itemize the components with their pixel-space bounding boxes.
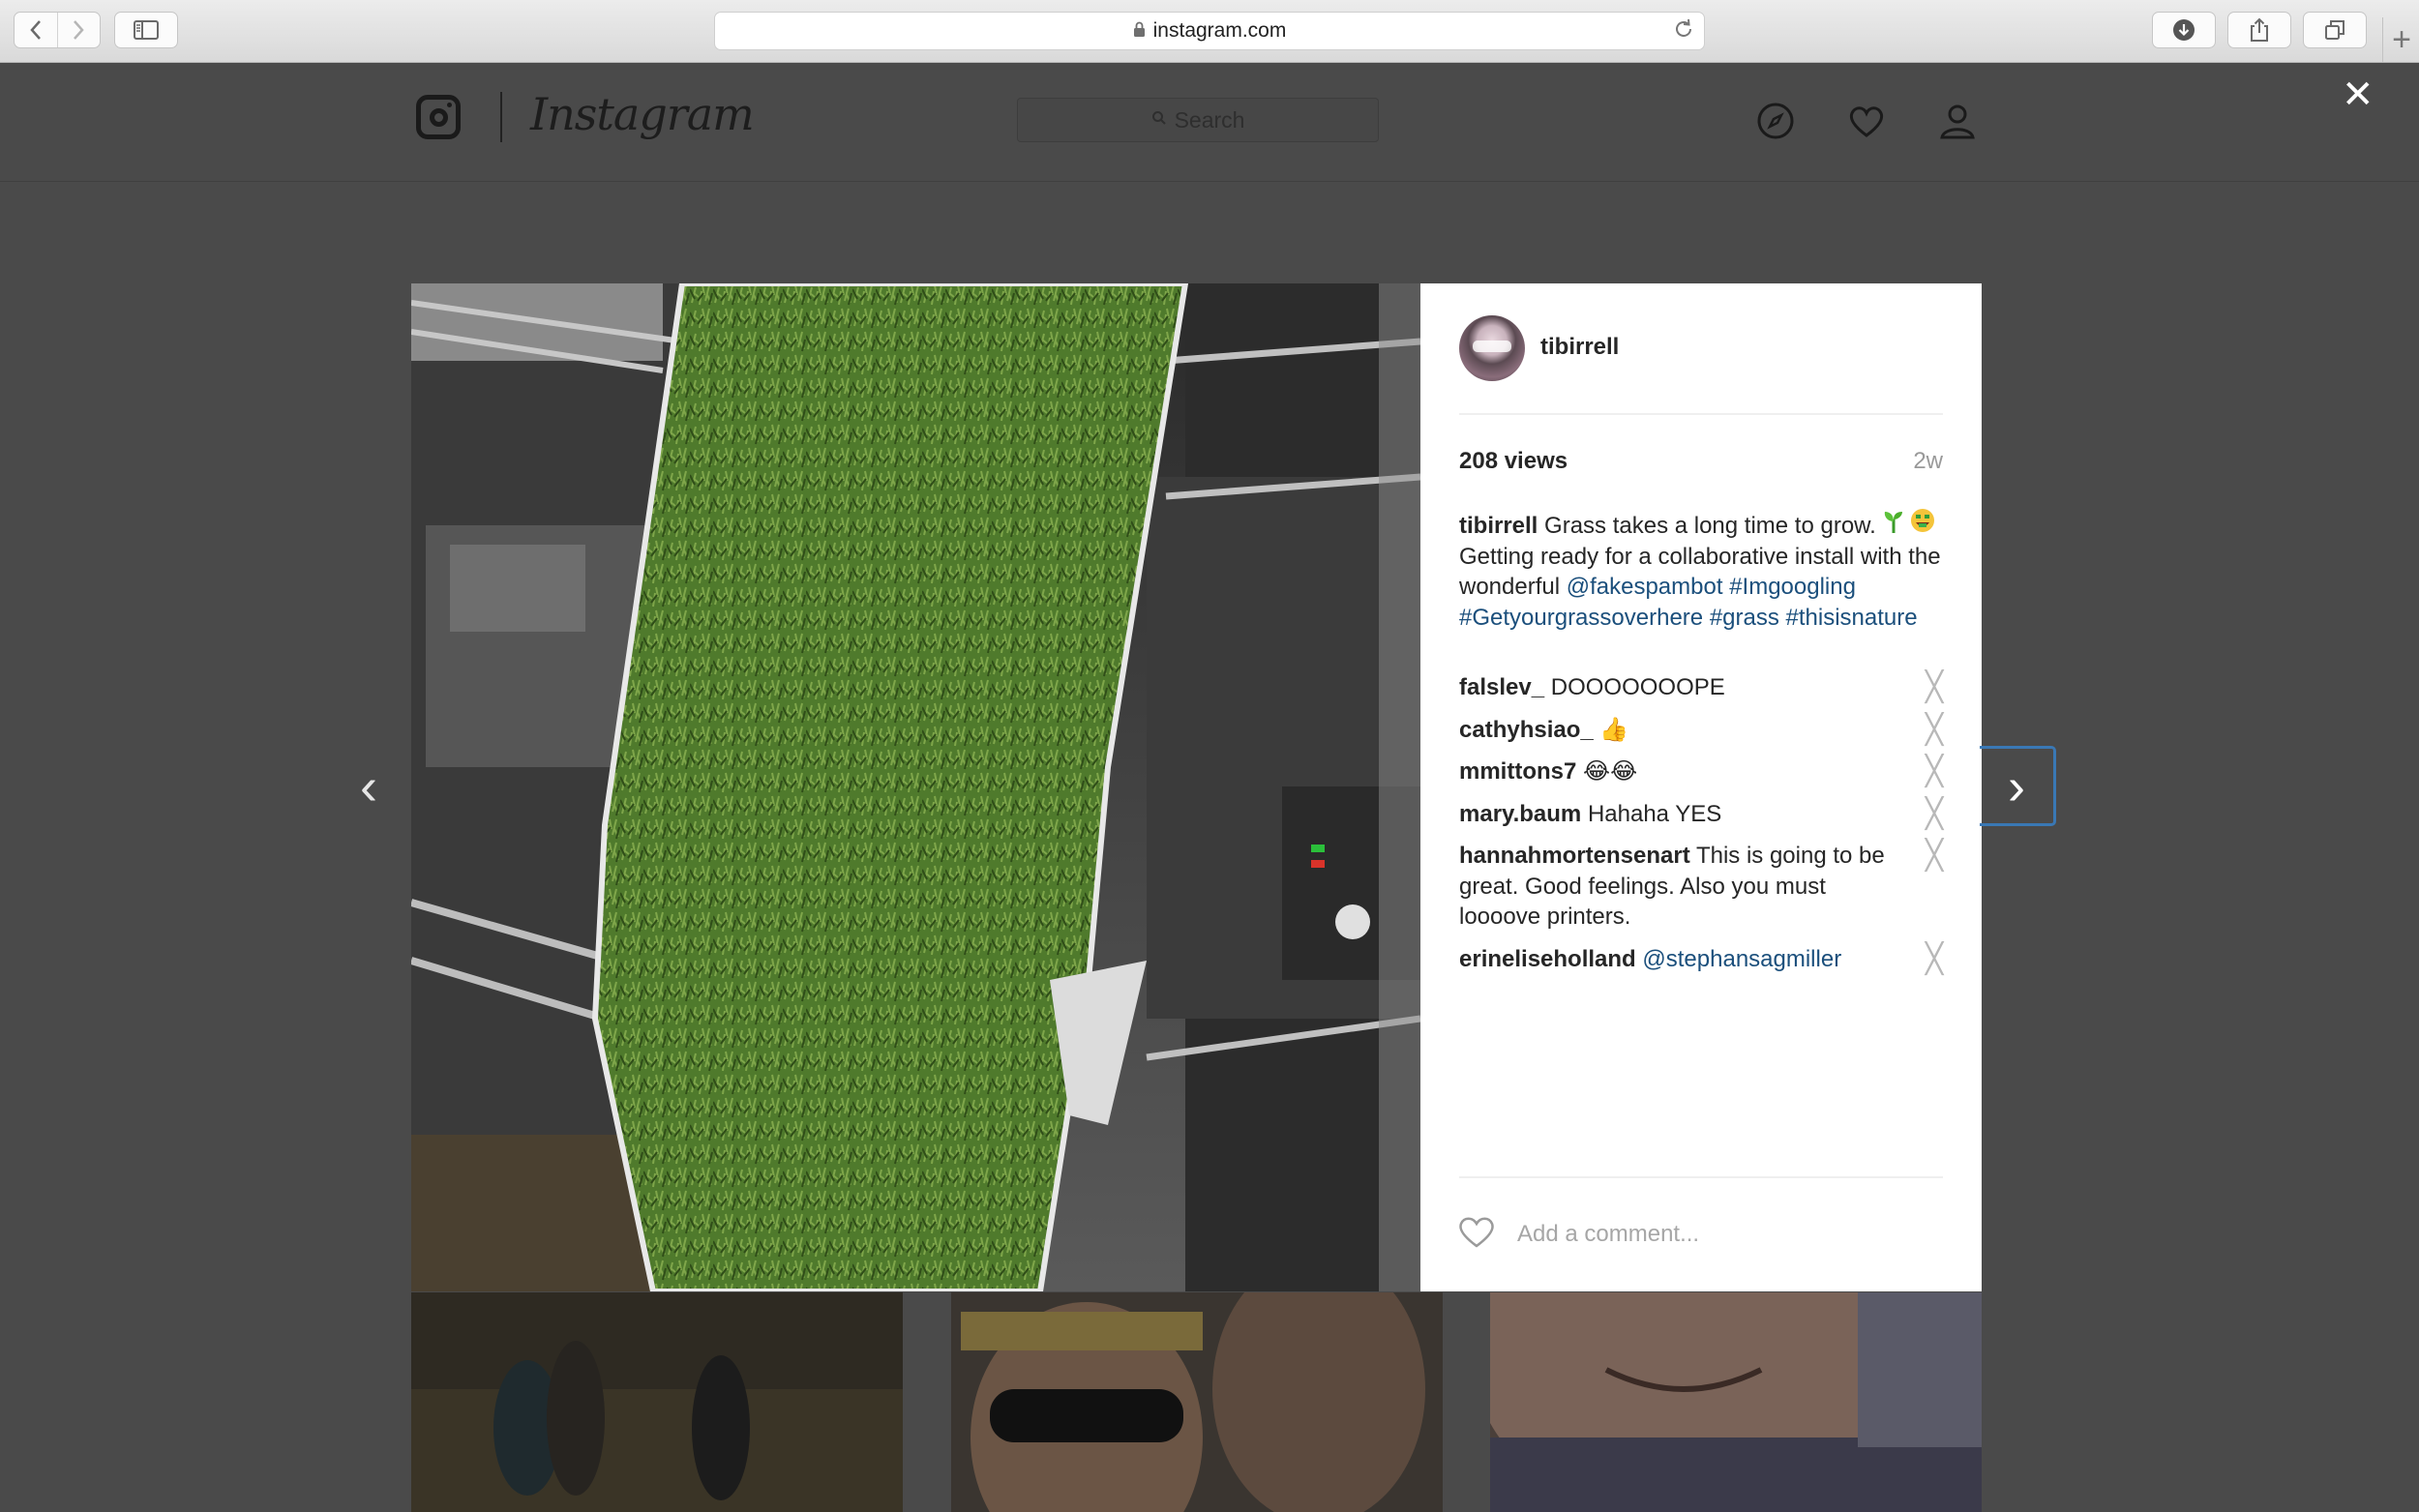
grass-printer-photo — [411, 283, 1420, 1291]
comment: mmittons7 😂😂 ╳ — [1459, 756, 1943, 787]
thumbnail-photo — [411, 1292, 903, 1512]
avatar[interactable] — [1459, 315, 1525, 381]
comment: falslev_ DOOOOOOOPE ╳ — [1459, 672, 1943, 703]
address-bar[interactable]: instagram.com — [714, 12, 1705, 50]
delete-comment-icon[interactable]: ╳ — [1926, 757, 1943, 786]
forward-button[interactable] — [56, 13, 101, 47]
downloads-button[interactable] — [2152, 12, 2216, 48]
next-post-button[interactable]: › — [1980, 746, 2056, 826]
comment-text: DOOOOOOOPE — [1550, 674, 1725, 700]
post-photo[interactable] — [411, 283, 1420, 1291]
sidebar-button[interactable] — [114, 12, 178, 48]
search-icon — [1151, 110, 1167, 131]
chevron-right-icon: › — [2008, 756, 2025, 815]
delete-comment-icon[interactable]: ╳ — [1926, 944, 1943, 973]
heart-icon[interactable] — [1847, 102, 1886, 140]
share-button[interactable] — [2227, 12, 2291, 48]
post-author[interactable]: tibirrell — [1540, 334, 1619, 361]
post-age[interactable]: 2w — [1913, 448, 1943, 475]
comment-text: Hahaha YES — [1587, 800, 1722, 827]
grid-thumbnail[interactable] — [1490, 1292, 1982, 1512]
new-tab-icon: + — [2392, 20, 2411, 58]
delete-comment-icon[interactable]: ╳ — [1926, 842, 1943, 871]
grid-thumbnail[interactable] — [951, 1292, 1443, 1512]
comment: erineliseholland @stephansagmiller ╳ — [1459, 944, 1943, 975]
delete-comment-icon[interactable]: ╳ — [1926, 715, 1943, 744]
comment: hannahmortensenart This is going to be g… — [1459, 841, 1943, 933]
back-icon — [30, 20, 41, 40]
hashtag-link[interactable]: #Imgoogling — [1729, 574, 1856, 600]
back-button[interactable] — [15, 13, 57, 47]
hashtag-link[interactable]: #Getyourgrassoverhere — [1459, 605, 1703, 631]
post-caption: tibirrell Grass takes a long time to gro… — [1459, 508, 1943, 633]
close-modal-button[interactable]: ✕ — [2342, 75, 2374, 114]
url-text: instagram.com — [1152, 19, 1287, 42]
comment-text: 😂😂 — [1583, 758, 1638, 785]
money-mouth-emoji-icon — [1910, 508, 1935, 542]
download-icon — [2173, 19, 2195, 41]
seedling-emoji-icon — [1883, 510, 1904, 542]
comment-author[interactable]: mmittons7 — [1459, 758, 1576, 785]
previous-post-button[interactable]: ‹ — [360, 760, 399, 813]
forward-icon — [74, 20, 84, 40]
comment: mary.baum Hahaha YES ╳ — [1459, 799, 1943, 830]
hashtag-link[interactable]: #grass — [1710, 605, 1779, 631]
compass-icon[interactable] — [1756, 102, 1795, 140]
search-input[interactable]: Search — [1017, 98, 1379, 142]
grid-thumbnail[interactable] — [411, 1292, 903, 1512]
thumbnail-photo — [951, 1292, 1443, 1512]
caption-mention-link[interactable]: @fakespambot — [1567, 574, 1723, 600]
history-buttons — [14, 12, 101, 48]
caption-author[interactable]: tibirrell — [1459, 513, 1538, 539]
comment: cathyhsiao_ 👍 ╳ — [1459, 715, 1943, 746]
show-tabs-button[interactable] — [2303, 12, 2367, 48]
view-count[interactable]: 208 views — [1459, 448, 1568, 475]
instagram-wordmark[interactable]: Instagram — [530, 88, 755, 140]
thumbnail-photo — [1490, 1292, 1982, 1512]
comment-author[interactable]: mary.baum — [1459, 801, 1581, 827]
hashtag-link[interactable]: #thisisnature — [1786, 605, 1918, 631]
add-comment-input[interactable] — [1517, 1218, 1904, 1251]
instagram-logo-icon[interactable] — [416, 95, 461, 139]
share-icon — [2251, 17, 2268, 42]
divider — [1459, 1176, 1943, 1178]
delete-comment-icon[interactable]: ╳ — [1926, 799, 1943, 828]
comment-list: falslev_ DOOOOOOOPE ╳ cathyhsiao_ 👍 ╳ mm… — [1459, 672, 1943, 986]
comment-author[interactable]: hannahmortensenart — [1459, 843, 1690, 869]
search-placeholder: Search — [1174, 106, 1245, 133]
chevron-left-icon: ‹ — [360, 757, 377, 815]
new-tab-button[interactable]: + — [2382, 17, 2419, 62]
instagram-header: Instagram Search — [0, 63, 2419, 182]
comment-text: 👍 — [1599, 716, 1629, 743]
post-details-panel: tibirrell 208 views 2w tibirrell Grass t… — [1420, 283, 1982, 1291]
caption-text-1: Grass takes a long time to grow. — [1544, 513, 1876, 539]
like-heart-icon[interactable] — [1457, 1214, 1496, 1249]
profile-icon[interactable] — [1938, 102, 1977, 140]
browser-toolbar: instagram.com + — [0, 0, 2419, 63]
sidebar-icon — [134, 20, 159, 40]
divider — [1459, 413, 1943, 415]
lock-icon — [1133, 21, 1146, 42]
comment-author[interactable]: falslev_ — [1459, 674, 1544, 700]
comment-author[interactable]: erineliseholland — [1459, 946, 1636, 972]
logo-divider — [500, 92, 502, 142]
reload-icon[interactable] — [1673, 16, 1694, 46]
tabs-icon — [2325, 20, 2344, 40]
comment-author[interactable]: cathyhsiao_ — [1459, 717, 1594, 743]
comment-text[interactable]: @stephansagmiller — [1642, 946, 1841, 972]
delete-comment-icon[interactable]: ╳ — [1926, 673, 1943, 702]
